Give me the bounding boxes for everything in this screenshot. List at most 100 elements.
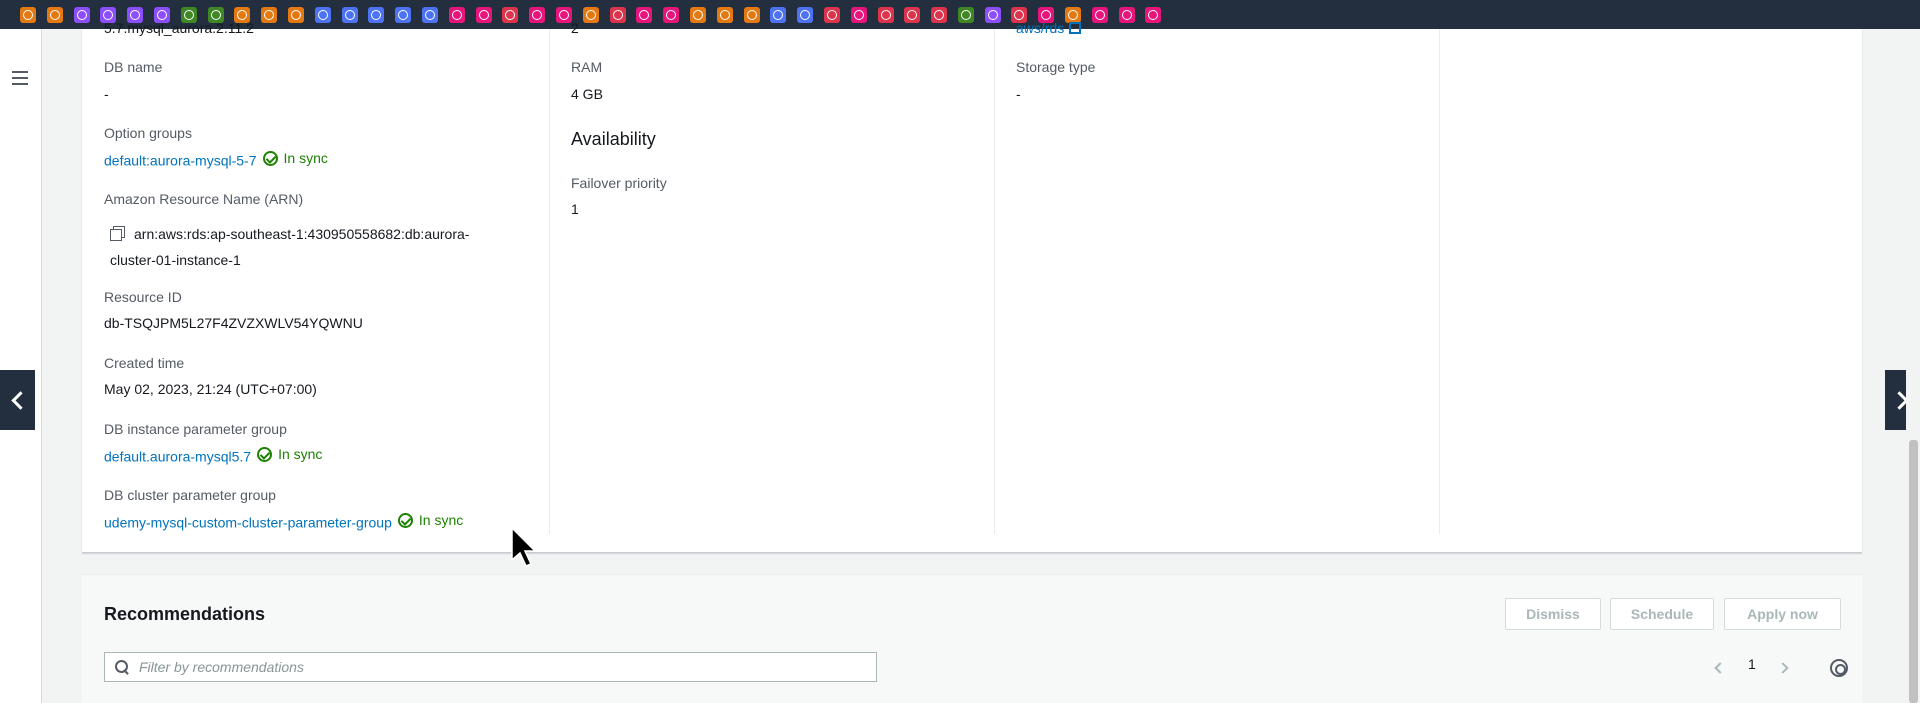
service-icon[interactable] [689, 6, 706, 23]
service-icon[interactable] [73, 6, 90, 23]
apply-now-button[interactable]: Apply now [1724, 598, 1841, 630]
sync-status-text: In sync [278, 446, 323, 462]
next-page-button[interactable] [1777, 659, 1789, 675]
service-icon[interactable] [850, 6, 867, 23]
ram-value: 4 GB [571, 86, 603, 102]
db-instance-parameter-group-row: default.aurora-mysql5.7 In sync [104, 446, 322, 465]
mouse-cursor-icon [511, 526, 537, 567]
recommendations-search-input[interactable] [139, 659, 859, 675]
service-icon[interactable] [770, 6, 787, 23]
check-circle-icon [257, 446, 273, 462]
recommendations-filter [104, 652, 877, 682]
previous-arrow-button[interactable] [0, 370, 35, 430]
check-circle-icon [262, 150, 278, 166]
service-icon[interactable] [931, 6, 948, 23]
service-icon[interactable] [877, 6, 894, 23]
service-icon[interactable] [1091, 6, 1108, 23]
schedule-button[interactable]: Schedule [1610, 598, 1714, 630]
service-icon[interactable] [555, 6, 572, 23]
service-icon[interactable] [314, 6, 331, 23]
service-icon[interactable] [1145, 6, 1162, 23]
service-icon[interactable] [984, 6, 1001, 23]
chevron-left-icon [11, 390, 30, 410]
arn-label: Amazon Resource Name (ARN) [104, 191, 304, 207]
arn-line-2: cluster-01-instance-1 [110, 252, 241, 268]
service-icon[interactable] [261, 6, 278, 23]
engine-version-value: 5.7.mysql_aurora.2.11.2 [104, 20, 254, 36]
resource-id-label: Resource ID [104, 289, 182, 305]
service-icon[interactable] [421, 6, 438, 23]
sync-status-text: In sync [283, 150, 328, 166]
services-favorites-bar [0, 0, 1920, 29]
sync-status: In sync [392, 512, 463, 528]
service-icon[interactable] [529, 6, 546, 23]
service-icon[interactable] [475, 6, 492, 23]
sync-status: In sync [257, 150, 328, 166]
service-icon[interactable] [582, 6, 599, 23]
chevron-right-icon [1777, 662, 1789, 674]
option-group-link[interactable]: default:aurora-mysql-5-7 [104, 153, 257, 169]
external-link-icon [1069, 22, 1082, 34]
cloudwatch-log-link[interactable]: aws/rds [1016, 20, 1064, 36]
check-circle-icon [397, 512, 413, 528]
db-instance-parameter-group-link[interactable]: default.aurora-mysql5.7 [104, 449, 251, 465]
service-icon[interactable] [502, 6, 519, 23]
option-groups-label: Option groups [104, 125, 192, 141]
service-icon[interactable] [636, 6, 653, 23]
created-time-value: May 02, 2023, 21:24 (UTC+07:00) [104, 381, 317, 397]
scrollbar-thumb[interactable] [1909, 440, 1918, 703]
option-groups-row: default:aurora-mysql-5-7 In sync [104, 150, 328, 169]
storage-type-value: - [1016, 86, 1021, 102]
availability-heading: Availability [571, 129, 656, 149]
vcpu-value: 2 [571, 20, 579, 36]
search-icon [115, 660, 129, 674]
service-icon[interactable] [287, 6, 304, 23]
service-icon[interactable] [743, 6, 760, 23]
sync-status: In sync [251, 446, 322, 462]
details-column-2: 2 RAM 4 GB Availability Failover priorit… [549, 20, 974, 534]
copy-icon[interactable] [110, 226, 125, 241]
storage-type-label: Storage type [1016, 59, 1096, 75]
service-icon[interactable] [663, 6, 680, 23]
service-icon[interactable] [368, 6, 385, 23]
db-cluster-parameter-group-link[interactable]: udemy-mysql-custom-cluster-parameter-gro… [104, 515, 392, 531]
db-cluster-parameter-group-label: DB cluster parameter group [104, 487, 276, 503]
service-icon[interactable] [341, 6, 358, 23]
recommendations-panel: Recommendations Dismiss Schedule Apply n… [82, 574, 1862, 703]
service-icon[interactable] [46, 6, 63, 23]
page-number-button[interactable]: 1 [1748, 656, 1756, 672]
preferences-gear-icon[interactable] [1830, 659, 1848, 677]
service-icon[interactable] [823, 6, 840, 23]
ram-label: RAM [571, 59, 603, 75]
sync-status-text: In sync [418, 512, 464, 528]
chevron-left-icon [1714, 662, 1726, 674]
service-icon[interactable] [1118, 6, 1135, 23]
created-time-label: Created time [104, 355, 185, 371]
service-icon[interactable] [609, 6, 626, 23]
side-navigation-strip [0, 29, 42, 703]
service-icon[interactable] [448, 6, 465, 23]
log-exports-row: aws/rds [1016, 20, 1082, 36]
failover-priority-label: Failover priority [571, 175, 667, 191]
service-icon[interactable] [395, 6, 412, 23]
dismiss-button[interactable]: Dismiss [1505, 598, 1601, 630]
resource-id-value: db-TSQJPM5L27F4ZVZXWLV54YQWNU [104, 315, 363, 331]
db-name-label: DB name [104, 59, 163, 75]
db-name-value: - [104, 86, 109, 102]
details-column-1: 5.7.mysql_aurora.2.11.2 DB name - Option… [104, 20, 529, 534]
menu-icon[interactable] [12, 71, 28, 85]
failover-priority-value: 1 [571, 201, 579, 217]
db-cluster-parameter-group-row: udemy-mysql-custom-cluster-parameter-gro… [104, 512, 463, 531]
service-icon[interactable] [957, 6, 974, 23]
details-column-3: aws/rds Storage type - [994, 20, 1419, 534]
instance-configuration-panel: 5.7.mysql_aurora.2.11.2 DB name - Option… [82, 20, 1862, 553]
service-icon[interactable] [20, 6, 36, 23]
service-icon[interactable] [904, 6, 921, 23]
service-icon[interactable] [716, 6, 733, 23]
arn-line-1: arn:aws:rds:ap-southeast-1:430950558682:… [134, 226, 470, 242]
db-instance-parameter-group-label: DB instance parameter group [104, 421, 287, 437]
column-divider [1439, 29, 1440, 534]
service-icon[interactable] [797, 6, 814, 23]
arn-value: arn:aws:rds:ap-southeast-1:430950558682:… [110, 221, 469, 273]
previous-page-button[interactable] [1714, 659, 1726, 675]
